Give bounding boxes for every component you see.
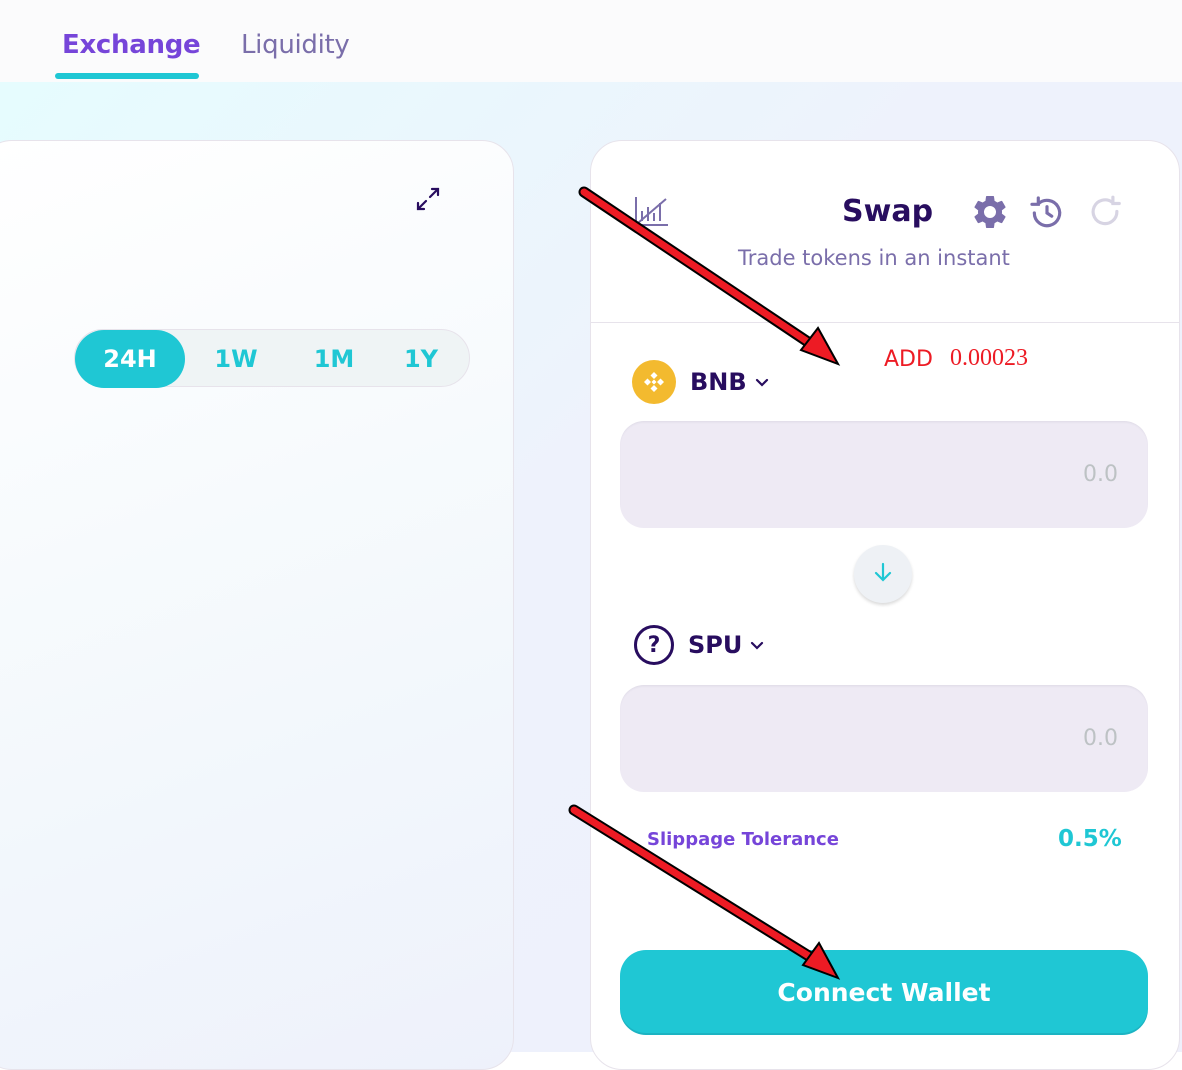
- refresh-icon[interactable]: [1086, 194, 1124, 232]
- swap-header-divider: [591, 322, 1179, 323]
- slippage-value[interactable]: 0.5%: [1058, 826, 1122, 852]
- from-token-symbol: BNB: [690, 368, 747, 396]
- tab-exchange[interactable]: Exchange: [62, 30, 201, 60]
- to-token-symbol: SPU: [688, 631, 743, 659]
- slippage-label: Slippage Tolerance: [647, 829, 839, 850]
- from-amount-input[interactable]: [620, 421, 1148, 528]
- chevron-down-icon: [748, 636, 766, 654]
- question-mark-icon: ?: [634, 625, 674, 665]
- switch-tokens-button[interactable]: [854, 545, 912, 603]
- tab-liquidity[interactable]: Liquidity: [241, 30, 350, 60]
- to-token-select[interactable]: ? SPU: [634, 622, 766, 668]
- arrow-down-icon: [870, 559, 896, 589]
- history-icon[interactable]: [1028, 194, 1066, 232]
- swap-title: Swap: [842, 194, 934, 229]
- range-1w-button[interactable]: 1W: [181, 330, 291, 388]
- top-nav: Exchange Liquidity: [0, 0, 1182, 82]
- annotation-add-value: 0.00023: [950, 345, 1028, 371]
- swap-subtitle: Trade tokens in an instant: [738, 246, 1010, 270]
- bnb-logo-icon: [632, 360, 676, 404]
- expand-icon[interactable]: [412, 183, 444, 215]
- active-tab-indicator: [55, 73, 199, 79]
- range-1y-button[interactable]: 1Y: [371, 330, 471, 388]
- swap-card: [590, 140, 1180, 1070]
- chevron-down-icon: [753, 373, 771, 391]
- annotation-add-label: ADD: [884, 347, 933, 372]
- price-chart-card: [0, 140, 514, 1070]
- gear-icon[interactable]: [970, 192, 1010, 232]
- time-range-selector: 24H 1W 1M 1Y: [74, 329, 471, 388]
- connect-wallet-button[interactable]: Connect Wallet: [620, 950, 1148, 1035]
- chart-toggle-icon[interactable]: [632, 193, 672, 229]
- from-token-select[interactable]: BNB: [632, 359, 771, 405]
- to-amount-input[interactable]: [620, 685, 1148, 792]
- range-24h-button[interactable]: 24H: [75, 330, 185, 388]
